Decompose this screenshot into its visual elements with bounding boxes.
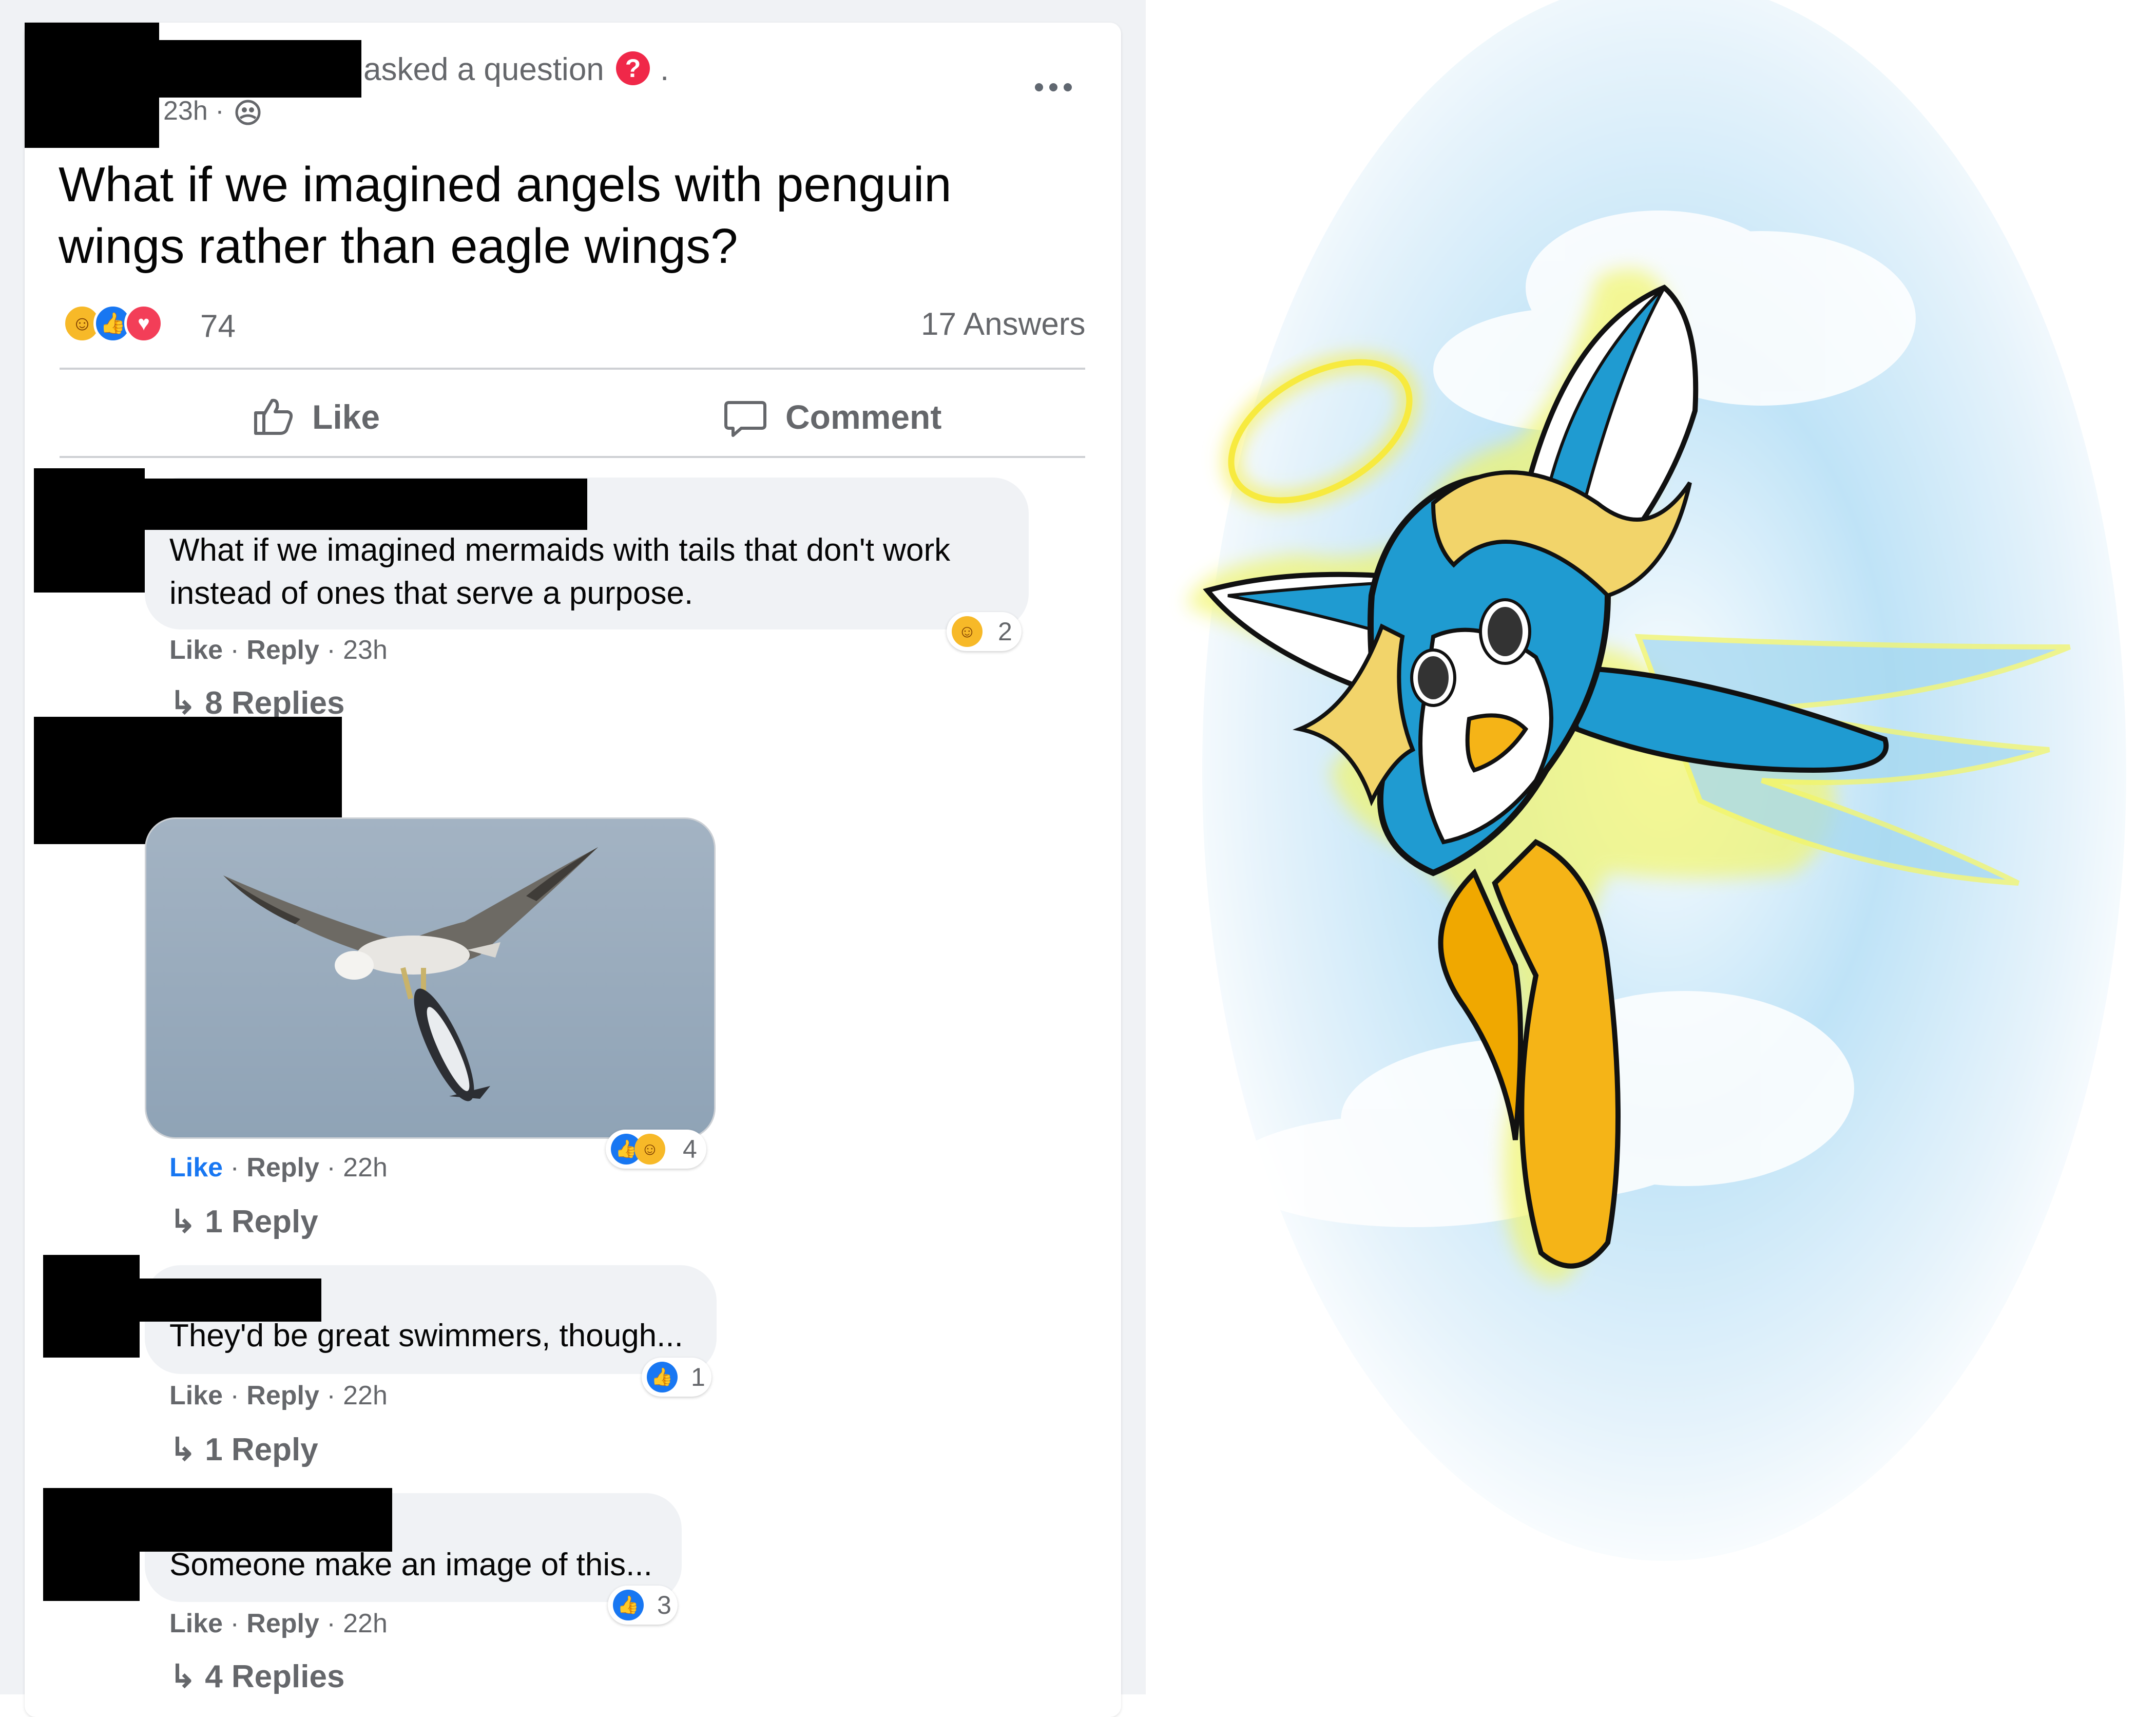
reply-arrow-icon: ↳ <box>169 1204 196 1239</box>
replies-label: 4 Replies <box>205 1659 345 1694</box>
like-reaction-icon: 👍 <box>647 1362 678 1392</box>
comment-reactions[interactable]: 👍 3 <box>608 1586 678 1625</box>
friends-icon <box>235 100 261 125</box>
comment-button-label: Comment <box>785 398 942 436</box>
reply-arrow-icon: ↳ <box>169 685 196 721</box>
divider <box>60 368 1085 370</box>
comment-meta: Like · Reply · 22h <box>169 1381 388 1410</box>
question-icon: ? <box>616 51 650 85</box>
comment-reply-link[interactable]: Reply <box>246 635 319 665</box>
post-action-text: asked a question <box>363 52 604 87</box>
comment-icon <box>724 401 766 437</box>
comment-reaction-count: 1 <box>691 1363 705 1391</box>
reaction-summary[interactable]: ☺ 👍 ♥ <box>63 304 196 345</box>
reaction-count[interactable]: 74 <box>200 308 236 345</box>
view-replies-link[interactable]: ↳ 1 Reply <box>169 1203 318 1240</box>
comment-reaction-count: 3 <box>657 1591 671 1619</box>
love-reaction-icon: ♥ <box>124 304 163 343</box>
question-title: What if we imagined angels with penguin … <box>59 157 952 274</box>
comment-time[interactable]: 22h <box>343 1153 388 1182</box>
view-replies-link[interactable]: ↳ 8 Replies <box>169 684 344 721</box>
like-button-label: Like <box>312 398 380 436</box>
haha-reaction-icon: ☺ <box>952 616 983 647</box>
comment-reply-link[interactable]: Reply <box>246 1153 319 1182</box>
redacted-author-name <box>144 40 361 98</box>
answers-count[interactable]: 17 Answers <box>921 306 1086 342</box>
redacted-commenter-name <box>98 479 587 530</box>
comment-time[interactable]: 22h <box>343 1609 388 1638</box>
redacted-avatar <box>43 1488 140 1601</box>
comment-text: Someone make an image of this... <box>169 1547 652 1582</box>
eagle-carrying-penguin-photo[interactable] <box>145 817 716 1139</box>
divider <box>60 456 1085 458</box>
view-replies-link[interactable]: ↳ 4 Replies <box>169 1657 344 1695</box>
comment-like-link[interactable]: Like <box>169 635 223 665</box>
more-icon[interactable] <box>1032 77 1075 98</box>
comment-meta: Like · Reply · 22h <box>169 1153 388 1182</box>
post-timestamp[interactable]: 23h · <box>163 96 224 126</box>
replies-label: 1 Reply <box>205 1432 318 1467</box>
replies-label: 1 Reply <box>205 1204 318 1239</box>
comment-text: What if we imagined mermaids with tails … <box>169 532 951 611</box>
like-reaction-icon: 👍 <box>613 1590 644 1620</box>
comment-reply-link[interactable]: Reply <box>246 1381 319 1410</box>
post-dot: . <box>660 52 669 87</box>
comment-meta: Like · Reply · 22h <box>169 1609 388 1638</box>
comment-like-link[interactable]: Like <box>169 1609 223 1638</box>
view-replies-link[interactable]: ↳ 1 Reply <box>169 1430 318 1468</box>
comment-reaction-count: 4 <box>683 1135 697 1163</box>
angel-penguin-illustration <box>1187 0 2126 1561</box>
comment-reply-link[interactable]: Reply <box>246 1609 319 1638</box>
comment-like-link[interactable]: Like <box>169 1153 223 1182</box>
comment-button[interactable]: Comment <box>724 394 942 446</box>
comment-like-link[interactable]: Like <box>169 1381 223 1410</box>
thumbs-up-icon <box>254 398 293 435</box>
redacted-commenter-name <box>140 1488 392 1552</box>
comment-time[interactable]: 23h <box>343 635 388 665</box>
reply-arrow-icon: ↳ <box>169 1432 196 1467</box>
redacted-avatar <box>25 23 159 148</box>
replies-label: 8 Replies <box>205 685 345 721</box>
comment-reactions[interactable]: 👍 1 <box>642 1358 711 1397</box>
comment-text: They'd be great swimmers, though... <box>169 1318 683 1353</box>
reply-arrow-icon: ↳ <box>169 1659 196 1694</box>
comment-time[interactable]: 22h <box>343 1381 388 1410</box>
comment-reactions[interactable]: 👍 ☺ 4 <box>606 1130 706 1169</box>
comment-meta: Like · Reply · 23h <box>169 635 388 665</box>
comment-reaction-count: 2 <box>998 617 1012 646</box>
like-button[interactable]: Like <box>252 394 406 446</box>
haha-reaction-icon: ☺ <box>634 1134 665 1165</box>
comment-reactions[interactable]: ☺ 2 <box>947 612 1022 651</box>
redacted-avatar <box>43 1255 140 1358</box>
